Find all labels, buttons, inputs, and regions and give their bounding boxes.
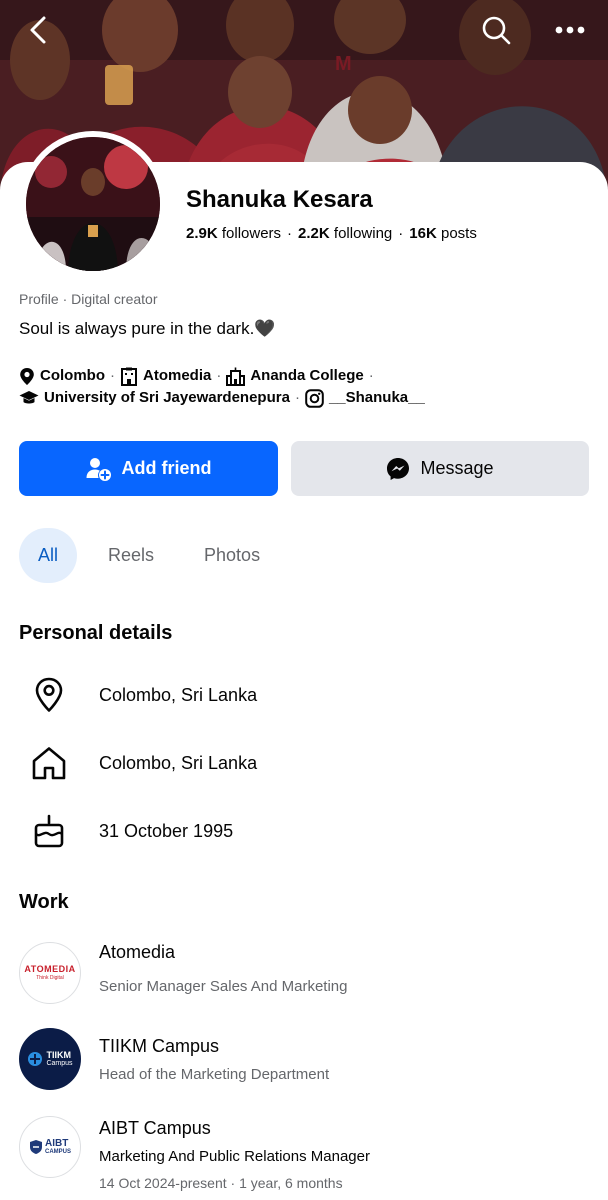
work-item-aibt[interactable]: AIBT CAMPUS AIBT Campus Marketing And Pu… bbox=[19, 1116, 589, 1196]
profile-category: Profile · Digital creator bbox=[19, 291, 158, 307]
intro-link-label: University of Sri Jayewardenepura bbox=[44, 389, 290, 407]
graduation-cap-icon bbox=[19, 391, 39, 404]
birthday-cake-icon bbox=[34, 814, 64, 848]
followers-count: 2.9K bbox=[186, 225, 218, 242]
messenger-icon bbox=[387, 457, 410, 480]
building-icon bbox=[121, 367, 137, 386]
work-item-tiikm[interactable]: TIIKM Campus TIIKM Campus Head of the Ma… bbox=[19, 1028, 589, 1092]
more-options-button[interactable] bbox=[550, 10, 590, 50]
separator-dot: · bbox=[287, 225, 293, 242]
profile-stats: 2.9K followers · 2.2K following · 16K posts bbox=[186, 225, 477, 242]
tab-photos[interactable]: Photos bbox=[204, 528, 260, 583]
intro-link-instagram[interactable]: __Shanuka__ bbox=[305, 387, 425, 409]
work-org: Atomedia bbox=[99, 942, 176, 962]
following-count: 2.2K bbox=[298, 225, 330, 242]
intro-link-label: Ananda College bbox=[250, 367, 364, 385]
add-friend-button[interactable]: Add friend bbox=[19, 441, 278, 496]
tab-all[interactable]: All bbox=[19, 528, 77, 583]
tiikm-logo: TIIKM Campus bbox=[19, 1028, 81, 1090]
more-horizontal-icon bbox=[555, 26, 585, 34]
work-role: Head of the Marketing Department bbox=[99, 1066, 330, 1083]
detail-birthday: 31 October 1995 bbox=[19, 806, 589, 856]
intro-link-label: Atomedia bbox=[143, 367, 212, 385]
separator-dot: · bbox=[294, 389, 300, 407]
aibt-logo: AIBT CAMPUS bbox=[19, 1116, 81, 1178]
message-label: Message bbox=[420, 458, 494, 478]
add-person-icon bbox=[86, 457, 111, 481]
intro-link-workplace[interactable]: Atomedia bbox=[120, 365, 211, 387]
back-button[interactable] bbox=[18, 10, 58, 50]
followers-stat[interactable]: 2.9K followers bbox=[186, 225, 281, 242]
work-item-atomedia[interactable]: ATOMEDIA Think Digital Atomedia Senior M… bbox=[19, 942, 589, 1006]
intro-link-label: Colombo bbox=[40, 367, 105, 385]
intro-link-location[interactable]: Colombo bbox=[19, 365, 105, 387]
personal-details-title: Personal details bbox=[19, 622, 173, 644]
detail-current-city: Colombo, Sri Lanka bbox=[19, 670, 589, 720]
detail-text: 31 October 1995 bbox=[99, 820, 234, 841]
location-pin-icon bbox=[35, 677, 63, 712]
intro-link-label: __Shanuka__ bbox=[328, 389, 425, 407]
profile-name: Shanuka Kesara bbox=[186, 186, 373, 213]
detail-text: Colombo, Sri Lanka bbox=[99, 752, 258, 773]
atomedia-logo: ATOMEDIA Think Digital bbox=[19, 942, 81, 1004]
following-stat[interactable]: 2.2K following bbox=[298, 225, 392, 242]
tiikm-emblem-icon bbox=[28, 1052, 43, 1066]
intro-link-university[interactable]: University of Sri Jayewardenepura bbox=[19, 387, 290, 409]
avatar-image bbox=[26, 137, 160, 271]
profile-picture[interactable] bbox=[20, 131, 166, 277]
intro-link-school[interactable]: Ananda College bbox=[226, 365, 364, 387]
location-pin-icon bbox=[20, 367, 34, 385]
work-org: TIIKM Campus bbox=[99, 1036, 220, 1056]
posts-count: 16K bbox=[409, 225, 437, 242]
search-button[interactable] bbox=[476, 10, 516, 50]
tab-reels[interactable]: Reels bbox=[108, 528, 154, 583]
chevron-left-icon bbox=[30, 16, 46, 44]
followers-label: followers bbox=[221, 225, 282, 242]
intro-links: Colombo · Atomedia · Ananda College · Un… bbox=[19, 365, 589, 409]
avatar bbox=[26, 137, 160, 271]
work-title: Work bbox=[19, 891, 69, 913]
posts-stat[interactable]: 16K posts bbox=[409, 225, 477, 242]
separator-dot: · bbox=[368, 367, 374, 384]
message-button[interactable]: Message bbox=[291, 441, 589, 496]
profile-tabs: All Reels Photos bbox=[19, 528, 260, 583]
separator-dot: · bbox=[110, 367, 115, 384]
search-icon bbox=[482, 16, 511, 45]
posts-label: posts bbox=[440, 225, 477, 242]
work-role: Senior Manager Sales And Marketing bbox=[99, 978, 348, 995]
school-icon bbox=[226, 367, 246, 386]
detail-text: Colombo, Sri Lanka bbox=[99, 684, 258, 705]
work-org: AIBT Campus bbox=[99, 1118, 211, 1138]
work-role: Marketing And Public Relations Manager bbox=[99, 1148, 370, 1165]
profile-bio: Soul is always pure in the dark.🖤 bbox=[19, 319, 276, 338]
home-icon bbox=[32, 747, 66, 780]
following-label: following bbox=[333, 225, 393, 242]
separator-dot: · bbox=[216, 367, 222, 384]
instagram-icon bbox=[305, 388, 324, 408]
detail-hometown: Colombo, Sri Lanka bbox=[19, 738, 589, 788]
work-dates: 14 Oct 2024-present · 1 year, 6 months bbox=[99, 1175, 343, 1191]
aibt-shield-icon bbox=[29, 1140, 42, 1154]
add-friend-label: Add friend bbox=[121, 458, 212, 478]
separator-dot: · bbox=[398, 225, 404, 242]
